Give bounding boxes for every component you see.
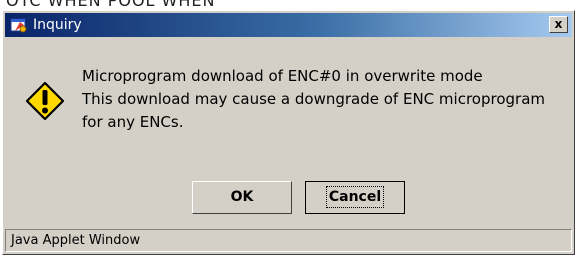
title-bar[interactable]: Inquiry x <box>5 13 572 37</box>
warning-icon <box>25 81 65 121</box>
background-text: OTC WHEN POOL WHEN <box>6 0 216 10</box>
cancel-button-label: Cancel <box>325 186 385 208</box>
ok-button-label: OK <box>230 189 254 205</box>
background-window-sliver: OTC WHEN POOL WHEN <box>0 0 579 10</box>
message-text: Microprogram download of ENC#0 in overwr… <box>82 65 562 134</box>
ok-button[interactable]: OK <box>192 181 292 214</box>
status-text: Java Applet Window <box>11 233 141 248</box>
message-line: Microprogram download of ENC#0 in overwr… <box>82 67 483 85</box>
message-line: This download may cause a downgrade of E… <box>82 90 545 108</box>
inquiry-dialog: Inquiry x Microprogram download of ENC#0… <box>2 10 575 255</box>
dialog-title: Inquiry <box>33 17 82 33</box>
cancel-button[interactable]: Cancel <box>305 181 405 214</box>
message-line: for any ENCs. <box>82 113 184 131</box>
close-button[interactable]: x <box>549 16 568 33</box>
status-bar: Java Applet Window <box>5 229 572 252</box>
java-app-icon <box>10 18 27 33</box>
close-icon: x <box>554 17 563 31</box>
